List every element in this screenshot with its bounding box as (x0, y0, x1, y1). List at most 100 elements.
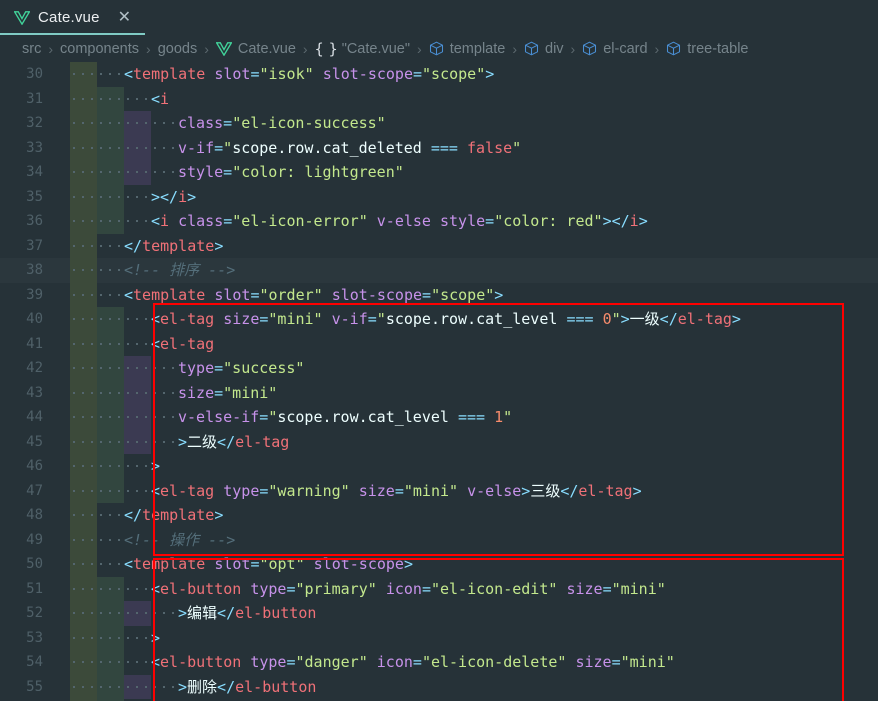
code-line[interactable]: 43 size="mini" (0, 380, 878, 406)
code-line-content[interactable]: <!-- 排序 --> (56, 258, 878, 283)
code-line-content[interactable]: </template> (56, 233, 878, 258)
code-line-content[interactable]: <el-button type="danger" icon="el-icon-d… (56, 650, 878, 675)
code-text: class="el-icon-success" (56, 111, 878, 136)
code-line-content[interactable]: >编辑</el-button (56, 601, 878, 626)
code-token: i (160, 212, 170, 230)
code-token: "scope" (431, 285, 495, 304)
code-line[interactable]: 52 >编辑</el-button (0, 601, 878, 626)
code-token: === (430, 138, 458, 157)
code-text: v-else-if="scope.row.cat_level === 1" (56, 405, 878, 430)
code-line[interactable]: 32 class="el-icon-success" (0, 111, 878, 136)
code-line-content[interactable]: <el-tag size="mini" v-if="scope.row.cat_… (56, 307, 878, 332)
line-number: 39 (26, 286, 43, 303)
code-token: template (142, 506, 215, 524)
breadcrumb-item-elcard[interactable]: el-card (582, 41, 648, 57)
code-line-content[interactable]: style="color: lightgreen" (56, 160, 878, 185)
code-line-content[interactable]: >二级</el-tag (56, 429, 878, 454)
code-token: = (394, 481, 404, 500)
breadcrumb-item-goods[interactable]: goods (158, 41, 198, 57)
close-icon[interactable]: ✕ (118, 9, 131, 26)
code-line-content[interactable]: <!-- 操作 --> (56, 527, 878, 552)
code-line-content[interactable]: <i class="el-icon-error" v-else style="c… (56, 209, 878, 234)
code-line-content[interactable]: <i (56, 86, 878, 111)
code-line[interactable]: 46 > (0, 454, 878, 479)
breadcrumb-item-src[interactable]: src (22, 41, 41, 57)
code-token: < (151, 89, 161, 108)
code-line-content[interactable]: size="mini" (56, 380, 878, 406)
code-text: size="mini" (56, 381, 878, 406)
code-line-content[interactable]: <el-button type="primary" icon="el-icon-… (56, 576, 878, 601)
code-line[interactable]: 35 ></i> (0, 184, 878, 209)
code-line-content[interactable]: <template slot="isok" slot-scope="scope"… (56, 62, 878, 87)
code-line[interactable]: 49 <!-- 操作 --> (0, 527, 878, 552)
code-editor[interactable]: 30 <template slot="isok" slot-scope="scop… (0, 62, 878, 701)
breadcrumb-item-components[interactable]: components (60, 41, 139, 57)
breadcrumb-item-label: template (449, 40, 506, 57)
breadcrumb: src › components › goods › Cate.vue › { } "Cate.v… (0, 35, 878, 62)
code-token: "mini" (620, 653, 675, 671)
code-line[interactable]: 50 <template slot="opt" slot-scope> (0, 552, 878, 577)
code-line[interactable]: 30 <template slot="isok" slot-scope="scop… (0, 62, 878, 87)
code-token: = (421, 579, 431, 598)
code-token: > (151, 457, 161, 475)
code-line-content[interactable]: <el-tag type="warning" size="mini" v-els… (56, 478, 878, 503)
breadcrumb-item-catevue[interactable]: { } "Cate.vue" (315, 40, 410, 58)
code-line[interactable]: 55 >删除</el-button (0, 674, 878, 699)
code-token: < (151, 579, 161, 598)
code-line-content[interactable]: <template slot="opt" slot-scope> (56, 552, 878, 577)
line-number: 45 (26, 433, 43, 450)
code-line[interactable]: 33 v-if="scope.row.cat_deleted === false" (0, 135, 878, 160)
code-line-content[interactable]: ></i> (56, 184, 878, 209)
code-line-content[interactable]: > (56, 454, 878, 479)
code-line[interactable]: 47 <el-tag type="warning" size="mini" v-e… (0, 478, 878, 503)
code-line[interactable]: 44 v-else-if="scope.row.cat_level === 1" (0, 405, 878, 430)
code-line[interactable]: 51 <el-button type="primary" icon="el-ico… (0, 576, 878, 601)
code-token: icon (385, 579, 422, 598)
code-token: "warning" (268, 481, 350, 500)
code-line-content[interactable]: >删除</el-button (56, 674, 878, 699)
line-number: 38 (26, 262, 43, 279)
code-token: "el-icon-error" (232, 212, 368, 230)
breadcrumb-item-catevue[interactable]: Cate.vue (215, 41, 296, 57)
code-line-content[interactable]: type="success" (56, 356, 878, 381)
code-line[interactable]: 34 style="color: lightgreen" (0, 160, 878, 185)
tab-cate-vue[interactable]: Cate.vue ✕ (0, 0, 146, 35)
code-line-content[interactable]: v-else-if="scope.row.cat_level === 1" (56, 405, 878, 430)
breadcrumb-item-div[interactable]: div (524, 41, 564, 57)
code-line[interactable]: 45 >二级</el-tag (0, 429, 878, 454)
code-line-content[interactable]: > (56, 625, 878, 650)
code-token: = (602, 579, 612, 598)
code-line[interactable]: 36 <i class="el-icon-error" v-else style=… (0, 209, 878, 234)
code-line[interactable]: 48 </template> (0, 503, 878, 528)
code-token: 三级 (530, 481, 561, 500)
code-line[interactable]: 53 > (0, 625, 878, 650)
code-token: template (133, 65, 206, 83)
breadcrumb-item-treetable[interactable]: tree-table (666, 41, 748, 57)
code-token: " (223, 138, 233, 157)
code-line-content[interactable]: <el-tag (56, 331, 878, 356)
code-line[interactable]: 37 </template> (0, 233, 878, 258)
code-line-content[interactable]: class="el-icon-success" (56, 111, 878, 136)
code-line-content[interactable]: v-if="scope.row.cat_deleted === false" (56, 135, 878, 160)
breadcrumb-item-template[interactable]: template (429, 40, 506, 57)
code-line[interactable]: 42 type="success" (0, 356, 878, 381)
code-line[interactable]: 38 <!-- 排序 --> (0, 258, 878, 283)
code-token: slot (214, 285, 251, 304)
code-line[interactable]: 31 <i (0, 86, 878, 111)
code-line[interactable]: 40 <el-tag size="mini" v-if="scope.row.ca… (0, 307, 878, 332)
code-token: = (286, 579, 296, 598)
code-token: "color: red" (494, 212, 603, 230)
code-line-content[interactable]: <template slot="order" slot-scope="scope… (56, 282, 878, 307)
breadcrumb-separator: › (204, 40, 209, 57)
code-line[interactable]: 39 <template slot="order" slot-scope="sco… (0, 282, 878, 307)
code-token: > (214, 236, 224, 255)
code-line[interactable]: 54 <el-button type="danger" icon="el-icon… (0, 650, 878, 675)
code-token: slot-scope (331, 285, 423, 304)
code-line[interactable]: 41 <el-tag (0, 331, 878, 356)
line-number: 52 (26, 605, 43, 622)
code-line-content[interactable]: </template> (56, 503, 878, 528)
